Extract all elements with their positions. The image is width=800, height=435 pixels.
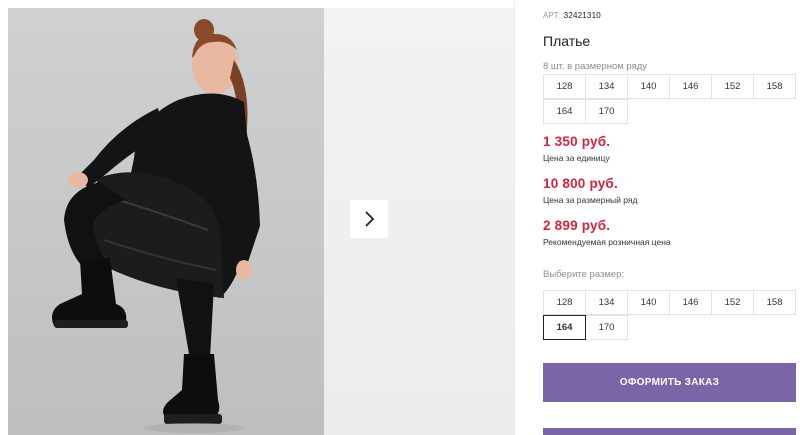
size-selector: 128 134 140 146 152 158 164 170 bbox=[543, 290, 800, 340]
size-option-selected[interactable]: 164 bbox=[543, 315, 586, 340]
pack-size-cell: 128 bbox=[543, 74, 586, 99]
retail-price-note: Рекомендуемая розничная цена bbox=[543, 237, 671, 247]
size-option[interactable]: 140 bbox=[627, 290, 670, 315]
product-gallery bbox=[0, 0, 515, 435]
unit-price-note: Цена за единицу bbox=[543, 153, 610, 163]
pack-size-cell: 146 bbox=[669, 74, 712, 99]
size-option[interactable]: 146 bbox=[669, 290, 712, 315]
unit-price: 1 350 руб. bbox=[543, 134, 611, 149]
product-title: Платье bbox=[543, 33, 591, 49]
pack-size-cell: 170 bbox=[585, 99, 628, 124]
order-button[interactable]: ОФОРМИТЬ ЗАКАЗ bbox=[543, 363, 796, 402]
pack-size-cell: 152 bbox=[711, 74, 754, 99]
secondary-action-button[interactable] bbox=[543, 428, 796, 435]
size-option[interactable]: 134 bbox=[585, 290, 628, 315]
size-option[interactable]: 158 bbox=[753, 290, 796, 315]
sku-label: АРТ: bbox=[543, 11, 562, 20]
pack-size-row: 128 134 140 146 152 158 bbox=[543, 74, 800, 99]
size-option-row: 164 170 bbox=[543, 315, 800, 340]
divider bbox=[514, 0, 515, 435]
next-image-button[interactable] bbox=[350, 200, 388, 238]
pack-size-cell: 140 bbox=[627, 74, 670, 99]
pack-size-grid: 128 134 140 146 152 158 164 170 bbox=[543, 74, 800, 124]
pack-price-note: Цена за размерный ряд bbox=[543, 195, 638, 205]
size-option[interactable]: 128 bbox=[543, 290, 586, 315]
size-option[interactable]: 152 bbox=[711, 290, 754, 315]
chevron-right-icon bbox=[365, 211, 375, 227]
pack-price: 10 800 руб. bbox=[543, 176, 618, 191]
size-option-row: 128 134 140 146 152 158 bbox=[543, 290, 800, 315]
pack-sizes-label: 8 шт. в размерном ряду bbox=[543, 61, 648, 72]
pack-size-cell: 158 bbox=[753, 74, 796, 99]
size-option[interactable]: 170 bbox=[585, 315, 628, 340]
product-photo-image bbox=[52, 19, 260, 433]
sku-value: 32421310 bbox=[563, 11, 601, 20]
pack-size-cell: 134 bbox=[585, 74, 628, 99]
sku: АРТ: 32421310 bbox=[543, 11, 601, 20]
pack-size-row: 164 170 bbox=[543, 99, 800, 124]
pack-size-cell: 164 bbox=[543, 99, 586, 124]
product-photo[interactable] bbox=[8, 8, 324, 435]
product-info: АРТ: 32421310 Платье 8 шт. в размерном р… bbox=[543, 0, 800, 435]
retail-price: 2 899 руб. bbox=[543, 218, 611, 233]
choose-size-label: Выберите размер: bbox=[543, 269, 625, 280]
